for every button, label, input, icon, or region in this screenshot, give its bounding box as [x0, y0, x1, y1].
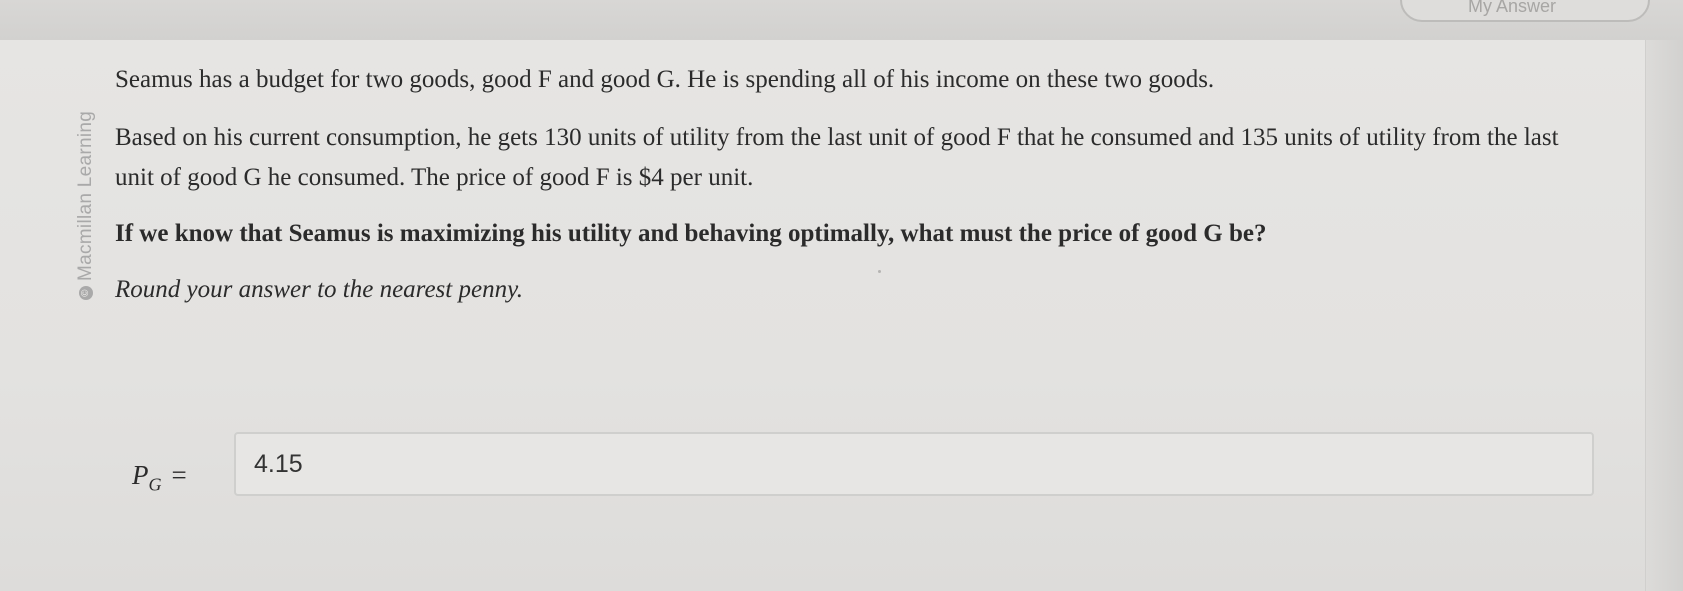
copyright-icon: © — [79, 286, 93, 300]
watermark-text: Macmillan Learning — [75, 110, 96, 281]
answer-label-equals: = — [171, 460, 187, 490]
my-answer-tab[interactable]: My Answer — [1400, 0, 1650, 22]
answer-input[interactable] — [234, 432, 1594, 496]
answer-label: PG = — [132, 460, 187, 495]
publisher-watermark: © Macmillan Learning — [75, 111, 97, 300]
answer-label-subscript: G — [148, 474, 162, 495]
scrollbar-area[interactable] — [1646, 40, 1683, 591]
question-paragraph-1: Seamus has a budget for two goods, good … — [115, 66, 1215, 93]
question-paragraph-2: Based on his current consumption, he get… — [115, 124, 1559, 191]
question-prompt: If we know that Seamus is maximizing his… — [115, 220, 1267, 247]
my-answer-tab-label: My Answer — [1468, 0, 1557, 16]
top-bar: My Answer — [0, 0, 1683, 40]
answer-label-main: P — [132, 460, 149, 490]
question-text: Seamus has a budget for two goods, good … — [115, 60, 1595, 310]
rounding-instruction: Round your answer to the nearest penny. — [115, 276, 524, 303]
stray-mark — [878, 270, 881, 273]
